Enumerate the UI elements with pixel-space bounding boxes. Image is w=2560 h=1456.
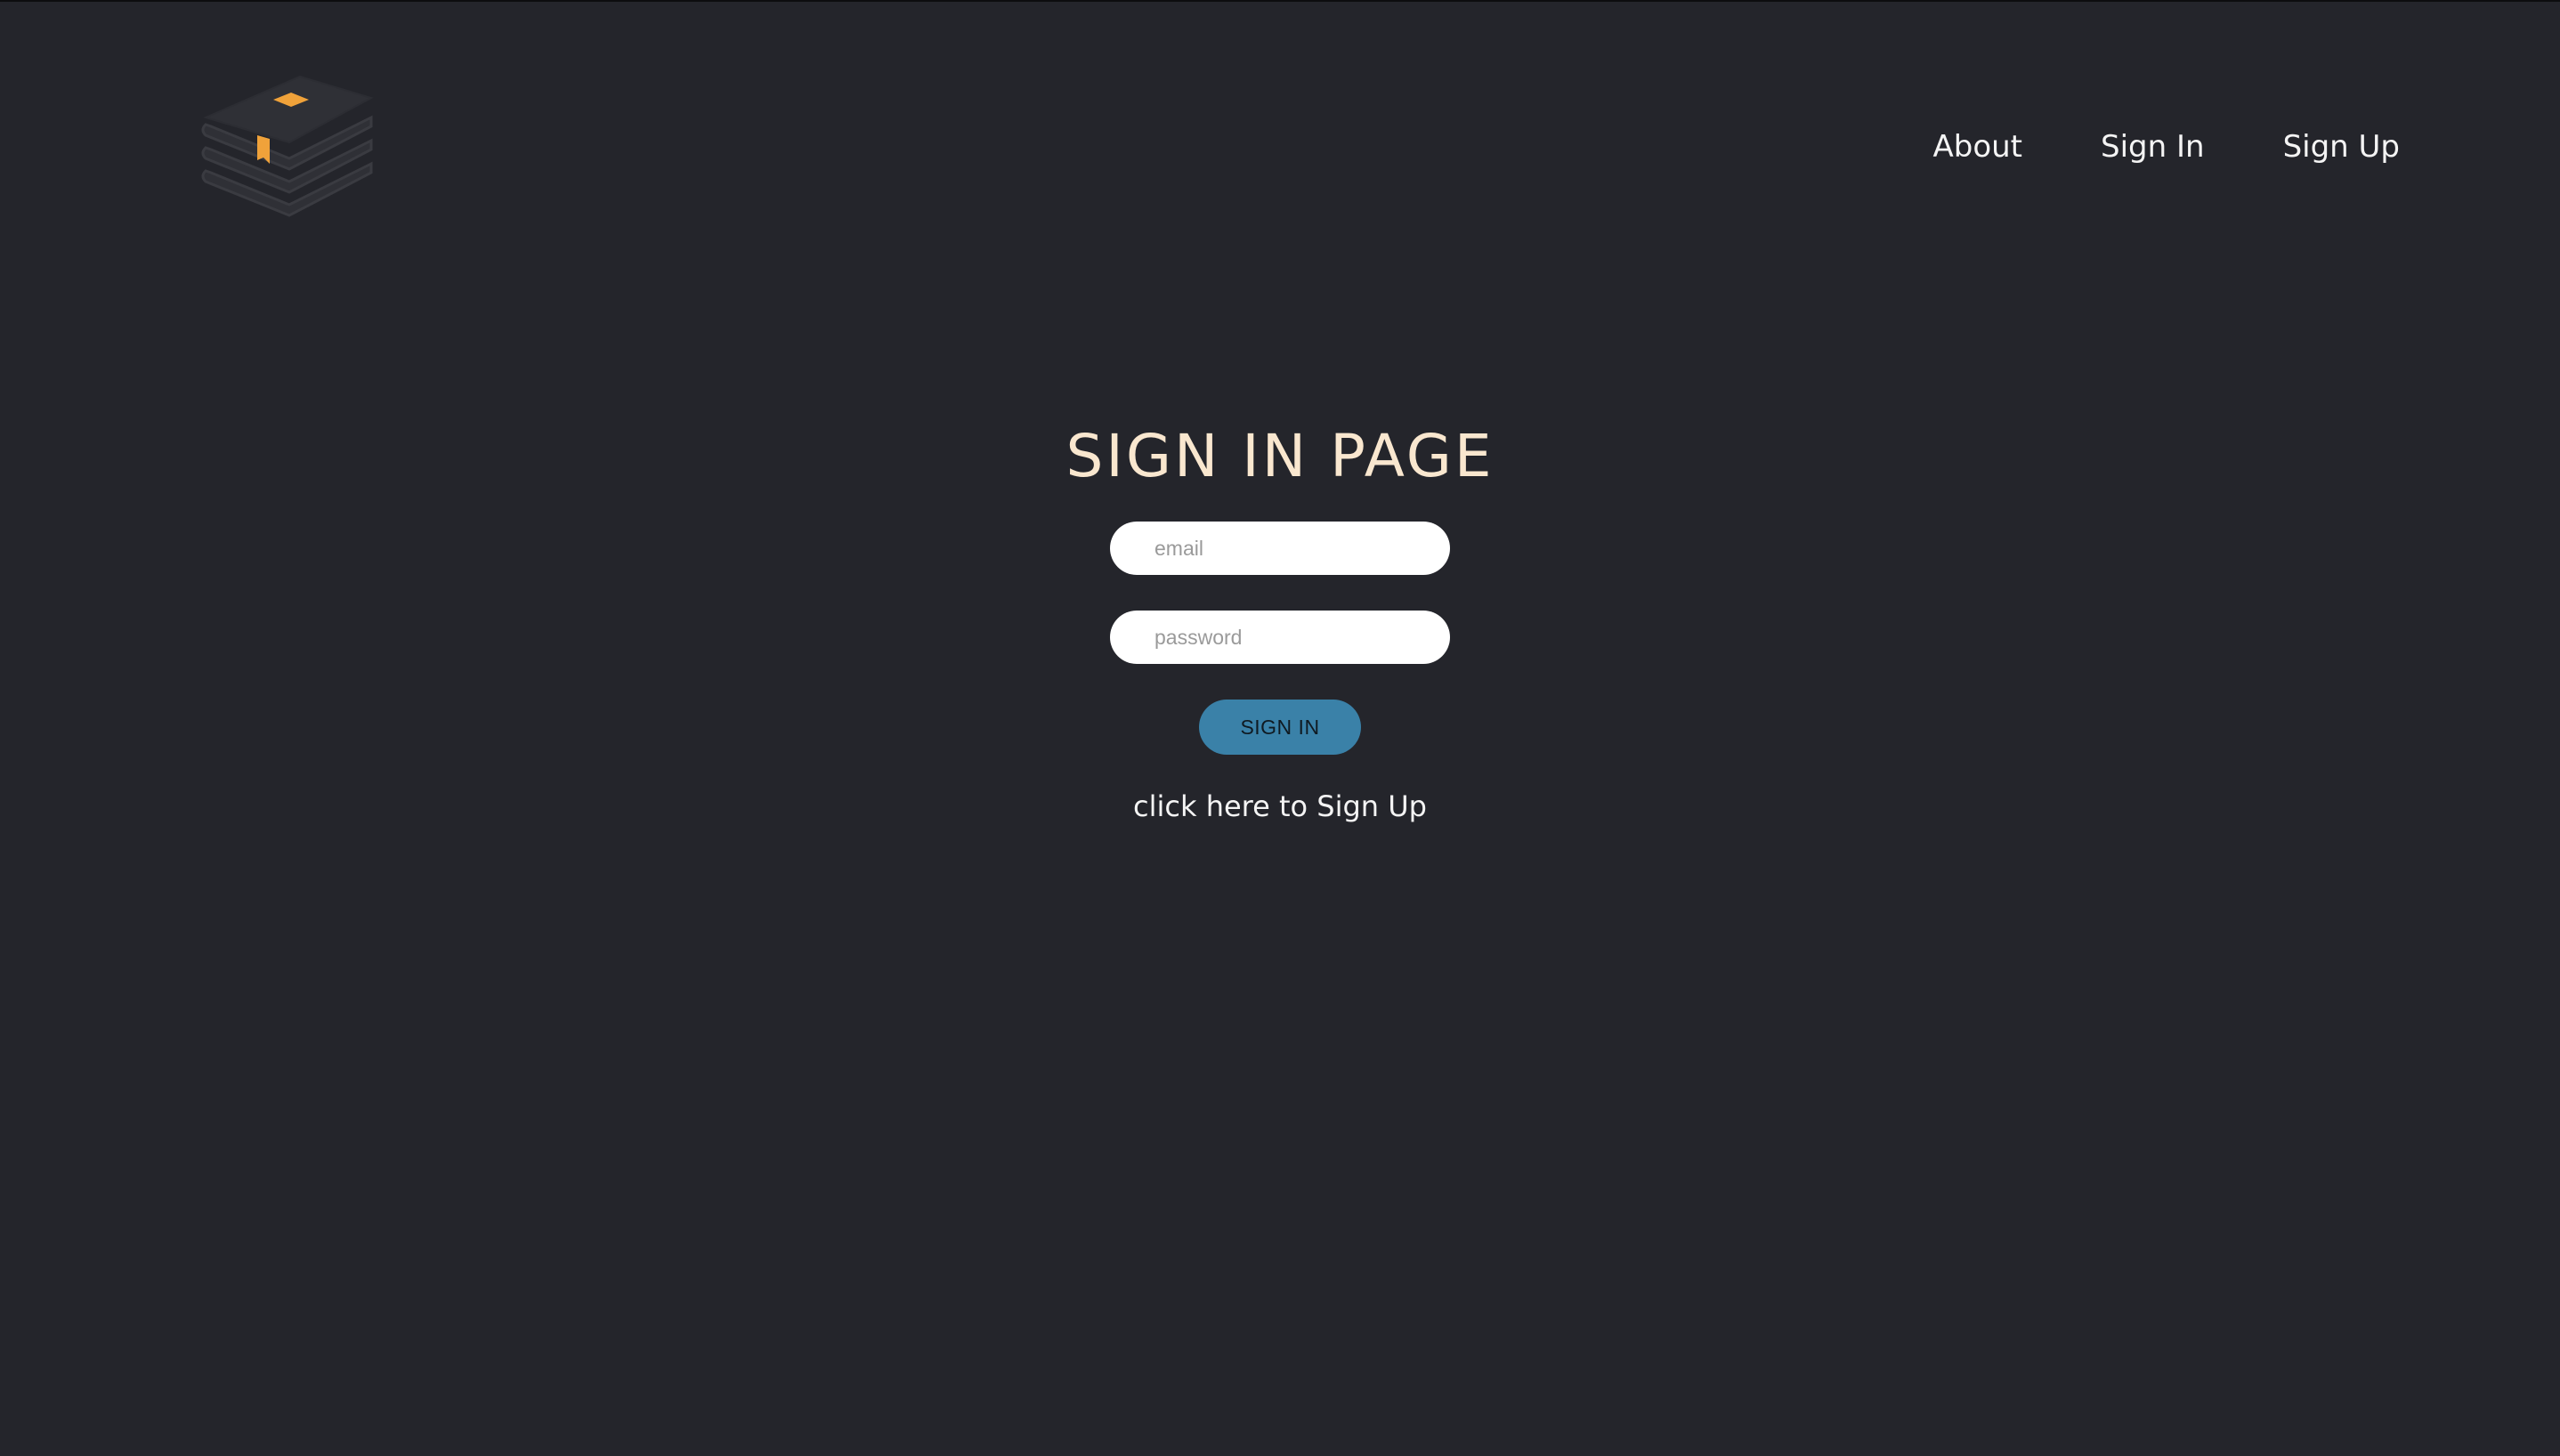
password-field[interactable] xyxy=(1110,611,1450,664)
page-title: SIGN IN PAGE xyxy=(1065,422,1495,490)
sign-in-button[interactable]: SIGN IN xyxy=(1199,700,1361,755)
email-field[interactable] xyxy=(1110,522,1450,575)
sign-up-link[interactable]: click here to Sign Up xyxy=(1133,787,1427,826)
page: About Sign In Sign Up SIGN IN PAGE SIGN … xyxy=(0,0,2560,1456)
sign-in-form: SIGN IN PAGE SIGN IN click here to Sign … xyxy=(0,2,2560,826)
